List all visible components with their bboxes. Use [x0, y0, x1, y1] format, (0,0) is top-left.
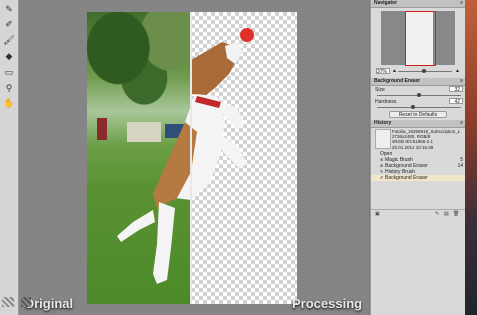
reset-defaults-button[interactable]: Reset to Defaults [389, 111, 447, 118]
panels-sidebar: Navigator ≡ 37% ▲ ▲ Background Eraser ≡ … [370, 0, 466, 315]
hardness-field[interactable]: 42 [449, 98, 463, 105]
panel-menu-icon[interactable]: ≡ [460, 0, 463, 7]
new-state-icon[interactable]: ▤ [444, 211, 449, 217]
file-date: 20.01.2012 10:16:39 [392, 144, 434, 150]
toolbar-grip-icon [2, 297, 14, 307]
zoom-in-icon[interactable]: ▲ [455, 68, 460, 74]
size-slider-knob[interactable] [417, 93, 421, 97]
history-file-info: Fotolia_15268918_Subscription_L 2736x248… [392, 129, 464, 150]
hand-icon[interactable]: ✋ [3, 97, 15, 109]
original-label: Original [24, 296, 74, 311]
desktop-edge [465, 0, 477, 315]
history-title: History [374, 120, 392, 126]
zoom-field[interactable]: 37% [376, 68, 390, 75]
trash-icon[interactable]: 🗑 [453, 211, 459, 217]
magic-brush-icon[interactable]: ✎ [3, 3, 15, 15]
hardness-slider-knob[interactable] [411, 105, 415, 109]
tools-toolbar: ✎ ✐ 🖌 ◆ ▭ ⚲ ✋ [0, 0, 19, 315]
background-eraser-icon: ✐ [380, 175, 384, 180]
workspace[interactable]: Original Processing [19, 0, 369, 315]
background-eraser-icon[interactable]: ✐ [3, 18, 15, 30]
bucket-icon[interactable]: ◆ [3, 50, 15, 62]
panel-menu-icon[interactable]: ≡ [460, 78, 463, 85]
navigator-view-box[interactable] [405, 11, 436, 66]
dog-image [117, 28, 254, 284]
bg-eraser-title: Background Eraser [374, 78, 421, 84]
navigator-thumbnail[interactable] [381, 11, 455, 66]
eraser-icon[interactable]: ▭ [3, 66, 15, 78]
new-snapshot-icon[interactable]: ▣ [375, 211, 380, 217]
hardness-label: Hardness [375, 99, 397, 105]
history-list: Open ⊕ Magic Brush 5 ⊕ Background Eraser… [371, 151, 466, 181]
history-panel-title[interactable]: History ≡ [371, 120, 466, 128]
history-item-label: Background Eraser [385, 175, 428, 181]
size-field[interactable]: 32 [449, 86, 463, 93]
ball-shape [240, 28, 254, 42]
panel-empty-area [371, 218, 466, 315]
zoom-slider-knob[interactable] [422, 69, 426, 73]
image-canvas[interactable] [87, 12, 297, 304]
hardness-slider-track[interactable] [377, 107, 461, 108]
app-window: ✎ ✐ 🖌 ◆ ▭ ⚲ ✋ Original Processing Naviga… [0, 0, 477, 315]
history-item-selected[interactable]: ✐ Background Eraser [371, 175, 466, 181]
panel-menu-icon[interactable]: ≡ [460, 120, 463, 127]
workspace-grip-icon [21, 297, 31, 307]
navigator-title: Navigator [374, 0, 398, 6]
zoom-icon[interactable]: ⚲ [3, 82, 15, 94]
brush-icon[interactable]: 🖌 [3, 34, 15, 46]
dog-tail-shape [117, 210, 155, 242]
navigator-zoom-row: 37% ▲ ▲ [376, 68, 461, 75]
size-label: Size [375, 87, 385, 93]
history-footer: ▣ ✎ ▤ 🗑 [371, 209, 466, 218]
zoom-out-icon[interactable]: ▲ [392, 68, 397, 74]
navigator-panel-title[interactable]: Navigator ≡ [371, 0, 466, 8]
processing-label: Processing [292, 296, 363, 311]
bg-eraser-panel-title[interactable]: Background Eraser ≡ [371, 78, 466, 86]
create-document-icon[interactable]: ✎ [435, 211, 439, 217]
history-snapshot-thumbnail[interactable] [375, 129, 391, 149]
split-divider[interactable] [190, 12, 192, 304]
dog-hind-leg-shape [153, 202, 175, 284]
